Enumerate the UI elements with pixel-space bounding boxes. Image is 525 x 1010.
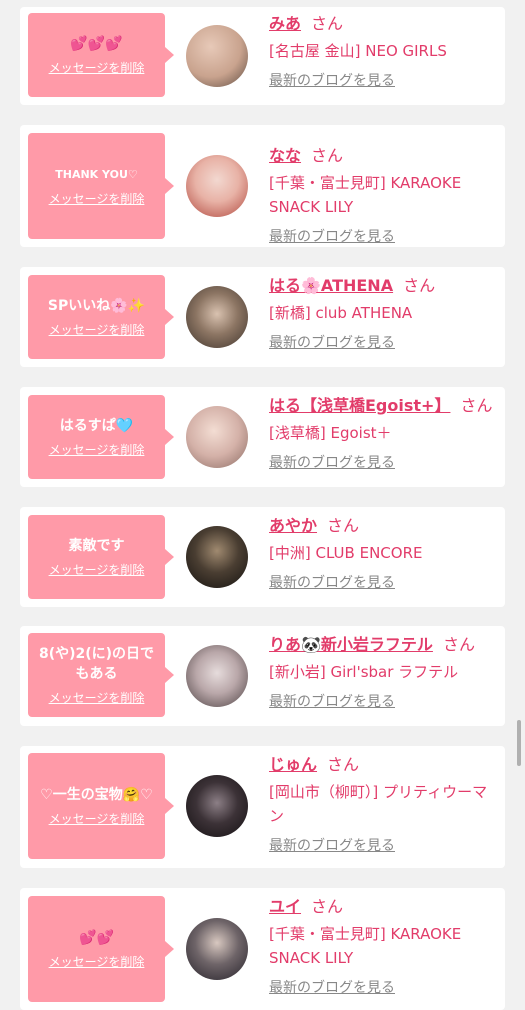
list-item: はるすぱ🩵 メッセージを削除 はる【浅草橋Egoist+】 さん [浅草橋] Eg… — [20, 387, 505, 487]
message-text: ♡一生の宝物🤗♡ — [40, 787, 153, 803]
shop-name: [新橋] club ATHENA — [269, 304, 413, 322]
cast-name-link[interactable]: りあ🐼新小岩ラフテル — [269, 635, 433, 654]
avatar[interactable] — [186, 155, 248, 217]
latest-blog-link[interactable]: 最新のブログを見る — [269, 978, 497, 998]
cast-name-link[interactable]: はる【浅草橋Egoist+】 — [269, 396, 450, 415]
honorific: さん — [311, 146, 344, 165]
shop-name: [新小岩] Girl'sbar ラフテル — [269, 663, 459, 681]
cast-name-link[interactable]: じゅん — [269, 755, 317, 774]
cast-name-link[interactable]: ユイ — [269, 897, 301, 916]
cast-name-link[interactable]: みあ — [269, 14, 301, 33]
cast-name-link[interactable]: あやか — [269, 516, 317, 535]
avatar[interactable] — [186, 526, 248, 588]
message-text: THANK YOU♡ — [55, 168, 138, 181]
delete-message-link[interactable]: メッセージを削除 — [49, 60, 145, 76]
list-item: 8(や)2(に)の日でもある メッセージを削除 りあ🐼新小岩ラフテル さん [新小… — [20, 626, 505, 726]
message-bubble: ♡一生の宝物🤗♡ メッセージを削除 — [28, 753, 174, 859]
list-item: 素敵です メッセージを削除 あやか さん [中洲] CLUB ENCORE 最新の… — [20, 507, 505, 607]
avatar[interactable] — [186, 406, 248, 468]
honorific: さん — [327, 516, 360, 535]
shop-name: [名古屋 金山] NEO GIRLS — [269, 42, 447, 60]
list-item: SPいいね🌸✨ メッセージを削除 はる🌸ATHENA さん [新橋] club A… — [20, 267, 505, 367]
honorific: さん — [403, 276, 436, 295]
avatar[interactable] — [186, 25, 248, 87]
message-text: 8(や)2(に)の日でもある — [38, 646, 155, 682]
name-line: りあ🐼新小岩ラフテル さん — [269, 634, 497, 656]
profile-info: なな さん [千葉・富士見町] KARAOKE SNACK LILY 最新のブログ… — [269, 145, 497, 247]
message-text: 💕💕 — [79, 930, 114, 946]
message-bubble: はるすぱ🩵 メッセージを削除 — [28, 395, 174, 479]
delete-message-link[interactable]: メッセージを削除 — [49, 811, 145, 827]
name-line: みあ さん — [269, 13, 497, 35]
cast-name-link[interactable]: なな — [269, 146, 301, 165]
latest-blog-link[interactable]: 最新のブログを見る — [269, 227, 497, 247]
latest-blog-link[interactable]: 最新のブログを見る — [269, 453, 497, 473]
profile-info: じゅん さん [岡山市（柳町）] プリティウーマン 最新のブログを見る — [269, 754, 497, 856]
delete-message-link[interactable]: メッセージを削除 — [49, 191, 145, 207]
latest-blog-link[interactable]: 最新のブログを見る — [269, 836, 497, 856]
message-bubble: 素敵です メッセージを削除 — [28, 515, 174, 599]
name-line: はる🌸ATHENA さん — [269, 275, 497, 297]
message-text: SPいいね🌸✨ — [47, 298, 146, 314]
shop-name: [中洲] CLUB ENCORE — [269, 544, 423, 562]
honorific: さん — [460, 396, 493, 415]
profile-info: りあ🐼新小岩ラフテル さん [新小岩] Girl'sbar ラフテル 最新のブログ… — [269, 634, 497, 712]
avatar[interactable] — [186, 775, 248, 837]
latest-blog-link[interactable]: 最新のブログを見る — [269, 573, 497, 593]
profile-info: みあ さん [名古屋 金山] NEO GIRLS 最新のブログを見る — [269, 13, 497, 91]
shop-name: [千葉・富士見町] KARAOKE SNACK LILY — [269, 174, 462, 216]
message-text: 💕💕💕 — [70, 36, 123, 52]
name-line: はる【浅草橋Egoist+】 さん — [269, 395, 497, 417]
name-line: あやか さん — [269, 515, 497, 537]
message-bubble: 💕💕💕 メッセージを削除 — [28, 13, 174, 97]
name-line: なな さん — [269, 145, 497, 167]
delete-message-link[interactable]: メッセージを削除 — [49, 562, 145, 578]
profile-info: あやか さん [中洲] CLUB ENCORE 最新のブログを見る — [269, 515, 497, 593]
avatar[interactable] — [186, 918, 248, 980]
list-item: THANK YOU♡ メッセージを削除 なな さん [千葉・富士見町] KARAO… — [20, 125, 505, 247]
scrollbar[interactable] — [517, 720, 521, 766]
message-text: はるすぱ🩵 — [59, 418, 134, 434]
latest-blog-link[interactable]: 最新のブログを見る — [269, 692, 497, 712]
message-bubble: 💕💕 メッセージを削除 — [28, 896, 174, 1002]
honorific: さん — [311, 897, 344, 916]
message-bubble: SPいいね🌸✨ メッセージを削除 — [28, 275, 174, 359]
shop-name: [岡山市（柳町）] プリティウーマン — [269, 783, 488, 825]
delete-message-link[interactable]: メッセージを削除 — [49, 442, 145, 458]
list-item: 💕💕💕 メッセージを削除 みあ さん [名古屋 金山] NEO GIRLS 最新の… — [20, 7, 505, 105]
delete-message-link[interactable]: メッセージを削除 — [49, 954, 145, 970]
delete-message-link[interactable]: メッセージを削除 — [49, 322, 145, 338]
latest-blog-link[interactable]: 最新のブログを見る — [269, 333, 497, 353]
name-line: ユイ さん — [269, 896, 497, 918]
message-bubble: 8(や)2(に)の日でもある メッセージを削除 — [28, 633, 174, 717]
honorific: さん — [442, 635, 475, 654]
shop-name: [千葉・富士見町] KARAOKE SNACK LILY — [269, 925, 462, 967]
honorific: さん — [327, 755, 360, 774]
avatar[interactable] — [186, 645, 248, 707]
avatar[interactable] — [186, 286, 248, 348]
list-item: 💕💕 メッセージを削除 ユイ さん [千葉・富士見町] KARAOKE SNACK… — [20, 888, 505, 1010]
latest-blog-link[interactable]: 最新のブログを見る — [269, 71, 497, 91]
delete-message-link[interactable]: メッセージを削除 — [49, 690, 145, 706]
profile-info: ユイ さん [千葉・富士見町] KARAOKE SNACK LILY 最新のブログ… — [269, 896, 497, 998]
honorific: さん — [311, 14, 344, 33]
profile-info: はる🌸ATHENA さん [新橋] club ATHENA 最新のブログを見る — [269, 275, 497, 353]
list-item: ♡一生の宝物🤗♡ メッセージを削除 じゅん さん [岡山市（柳町）] プリティウー… — [20, 746, 505, 868]
shop-name: [浅草橋] Egoist＋ — [269, 424, 392, 442]
name-line: じゅん さん — [269, 754, 497, 776]
profile-info: はる【浅草橋Egoist+】 さん [浅草橋] Egoist＋ 最新のブログを見る — [269, 395, 497, 473]
message-text: 素敵です — [68, 538, 125, 554]
message-bubble: THANK YOU♡ メッセージを削除 — [28, 133, 174, 239]
cast-name-link[interactable]: はる🌸ATHENA — [269, 276, 393, 295]
